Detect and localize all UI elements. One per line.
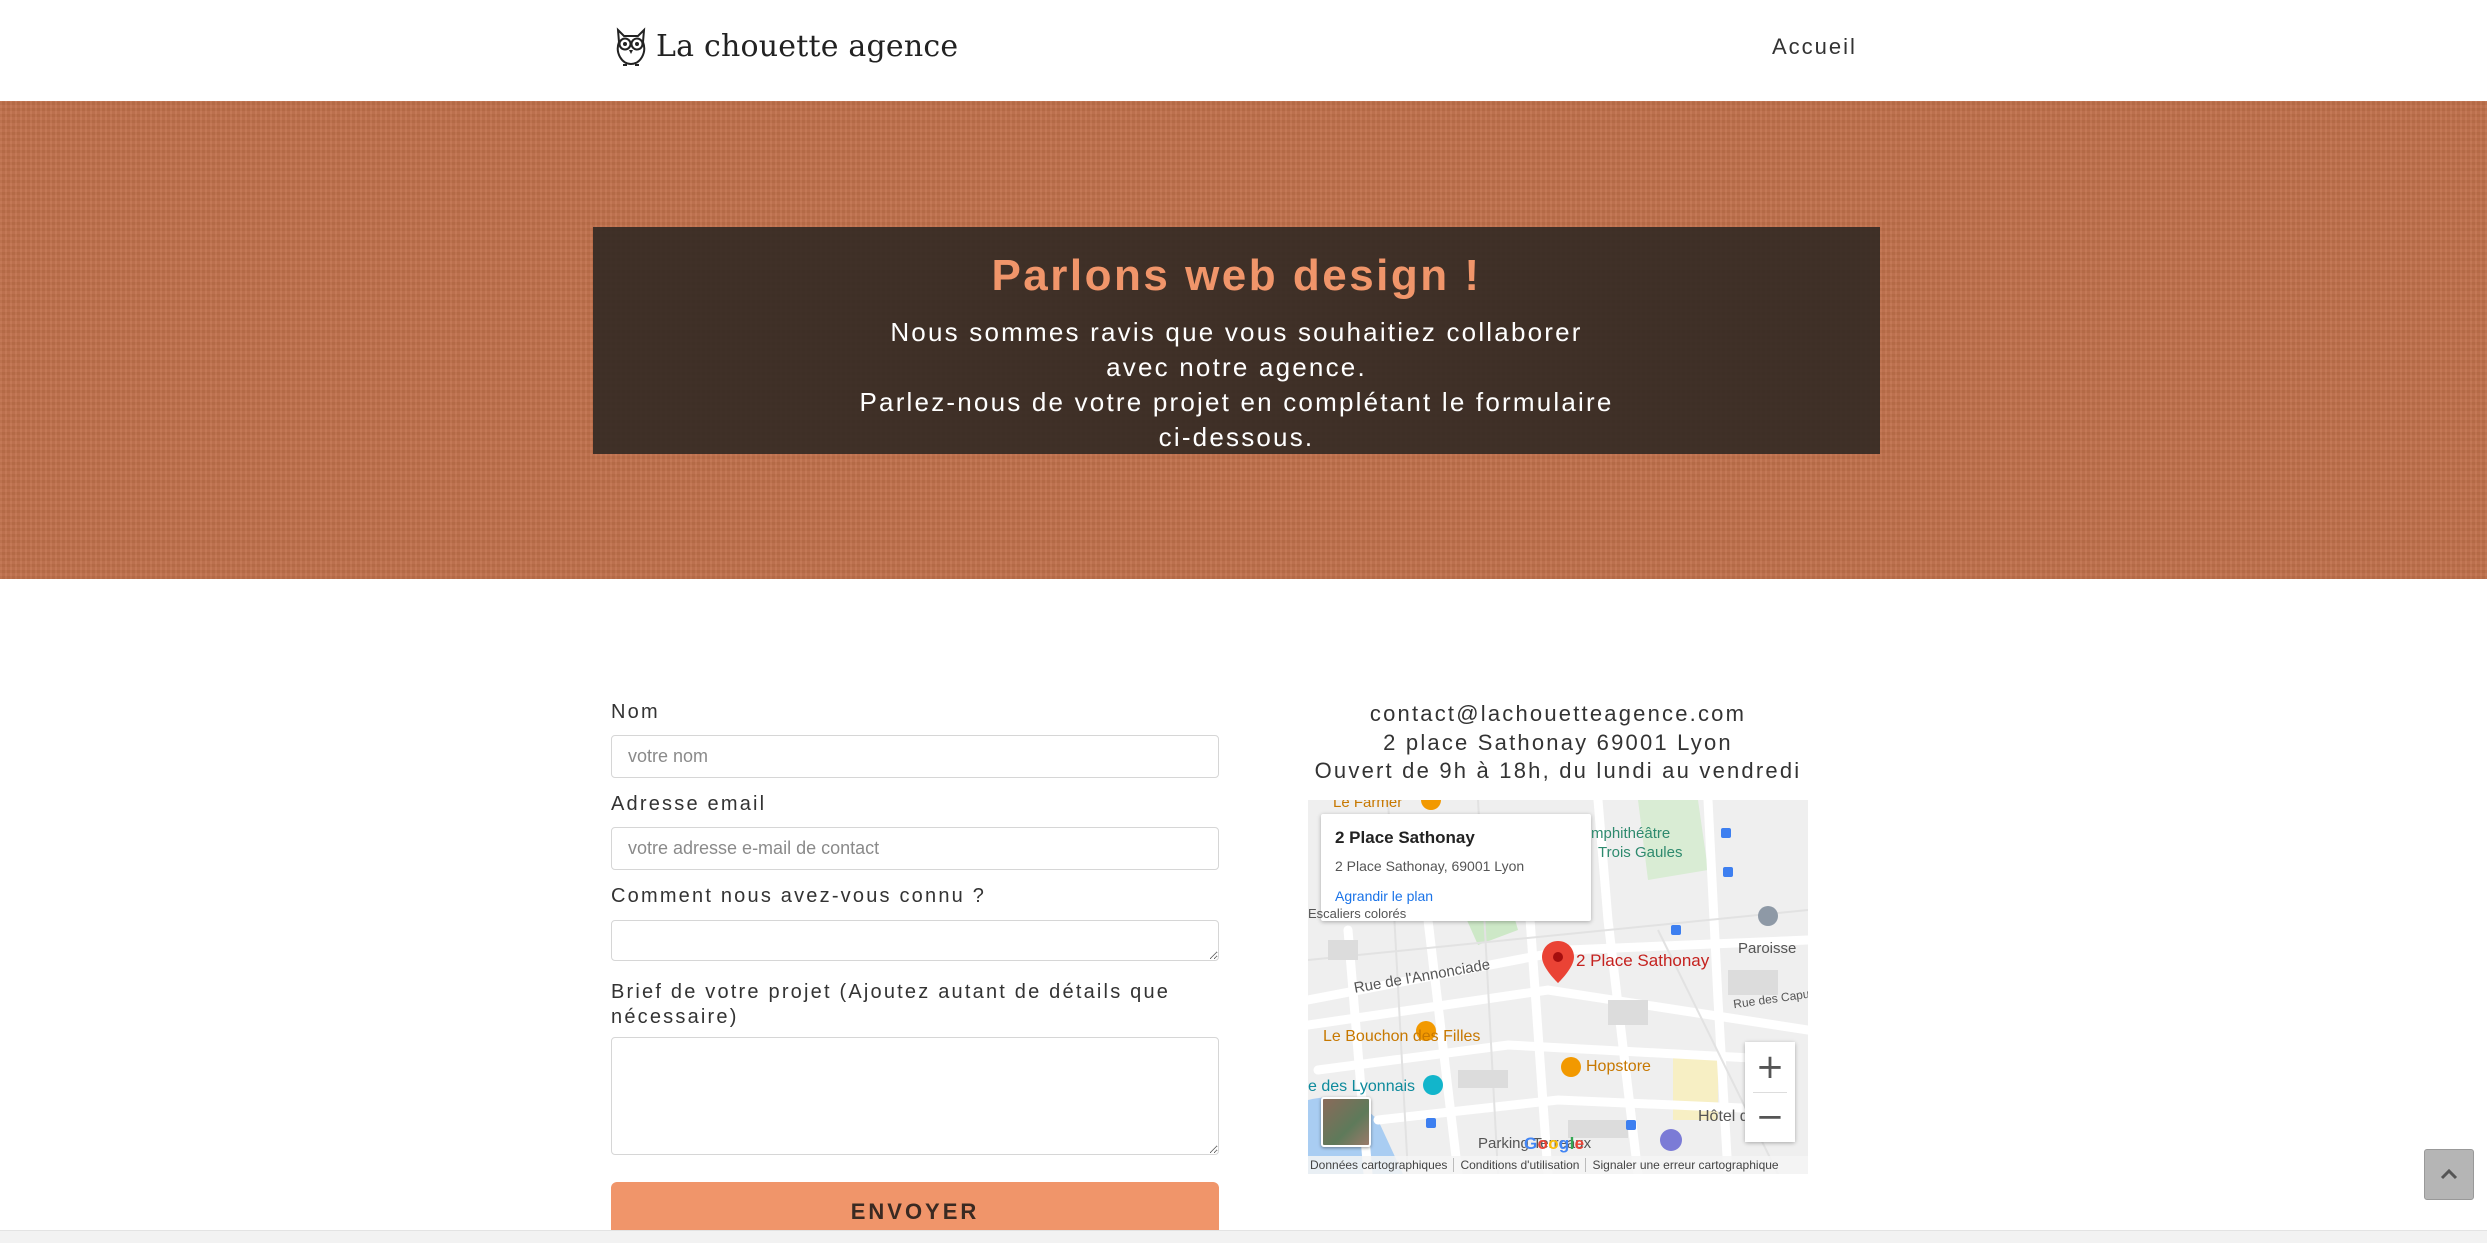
brand-logo[interactable]: La chouette agence: [612, 24, 958, 68]
enlarge-map-link[interactable]: Agrandir le plan: [1335, 888, 1433, 904]
brief-label: Brief de votre projet (Ajoutez autant de…: [611, 981, 1171, 1028]
source-label: Comment nous avez-vous connu ?: [611, 885, 987, 907]
page-title: Parlons web design !: [991, 251, 1482, 300]
contact-email[interactable]: contact@lachouetteagence.com: [1308, 700, 1808, 729]
map-label-bouchon: Le Bouchon des Filles: [1323, 1028, 1481, 1045]
owl-icon: [616, 27, 646, 66]
map-footer: Données cartographiques Conditions d'uti…: [1308, 1156, 1808, 1174]
hero-intro: Nous sommes ravis que vous souhaitiez co…: [857, 315, 1617, 455]
zoom-separator: [1753, 1092, 1787, 1093]
hero-banner: Parlons web design ! Nous sommes ravis q…: [0, 101, 2487, 579]
map-card-address: 2 Place Sathonay, 69001 Lyon: [1335, 858, 1525, 874]
google-map[interactable]: 2 Place Sathonay 2 Place Sathonay, 69001…: [1308, 800, 1808, 1174]
map-label-hotel: Hôtel d: [1698, 1108, 1749, 1125]
map-label-le-farmer: Le Farmer: [1333, 800, 1403, 811]
name-label: Nom: [611, 701, 660, 723]
email-label: Adresse email: [611, 793, 767, 815]
site-header: La chouette agence Accueil: [0, 0, 2487, 101]
map-label-hopstore: Hopstore: [1586, 1058, 1651, 1075]
source-input[interactable]: [611, 920, 1219, 961]
brand-name: La chouette agence: [656, 28, 959, 64]
nav-link-home[interactable]: Accueil: [1772, 34, 1857, 60]
contact-info: contact@lachouetteagence.com 2 place Sat…: [1308, 700, 1808, 786]
browser-status-strip: [0, 1230, 2487, 1243]
chevron-up-icon: [2440, 1168, 2458, 1180]
map-info-card: 2 Place Sathonay 2 Place Sathonay, 69001…: [1321, 814, 1591, 921]
name-input[interactable]: [611, 735, 1219, 778]
map-terms-link[interactable]: Conditions d'utilisation: [1453, 1158, 1579, 1172]
map-label-escaliers: Escaliers colorés: [1308, 906, 1407, 921]
contact-address: 2 place Sathonay 69001 Lyon: [1383, 729, 1733, 755]
email-input[interactable]: [611, 827, 1219, 870]
hero-card: Parlons web design ! Nous sommes ravis q…: [593, 227, 1880, 454]
map-zoom-controls: + −: [1745, 1042, 1795, 1142]
map-label-trois-gaules: Trois Gaules: [1598, 844, 1683, 861]
map-label-paroisse: Paroisse: [1738, 940, 1797, 957]
google-logo: Google: [1524, 1134, 1585, 1153]
hero-line-1: Nous sommes ravis que vous souhaitiez co…: [890, 317, 1583, 382]
map-card-title: 2 Place Sathonay: [1335, 828, 1475, 847]
map-pin-label: 2 Place Sathonay: [1576, 951, 1710, 970]
map-label-amphitheatre: mphithéâtre: [1591, 825, 1671, 842]
map-label-lyonnais: e des Lyonnais: [1308, 1078, 1416, 1095]
hero-line-2: Parlez-nous de votre projet en complétan…: [859, 387, 1614, 452]
zoom-in-button[interactable]: +: [1745, 1042, 1795, 1092]
brief-input[interactable]: [611, 1037, 1219, 1155]
zoom-out-button[interactable]: −: [1745, 1092, 1795, 1142]
satellite-toggle[interactable]: [1321, 1097, 1371, 1147]
map-data-credit: Données cartographiques: [1310, 1158, 1448, 1172]
map-report-link[interactable]: Signaler une erreur cartographique: [1585, 1158, 1779, 1172]
contact-hours: Ouvert de 9h à 18h, du lundi au vendredi: [1314, 758, 1802, 783]
scroll-top-button[interactable]: [2424, 1149, 2474, 1200]
